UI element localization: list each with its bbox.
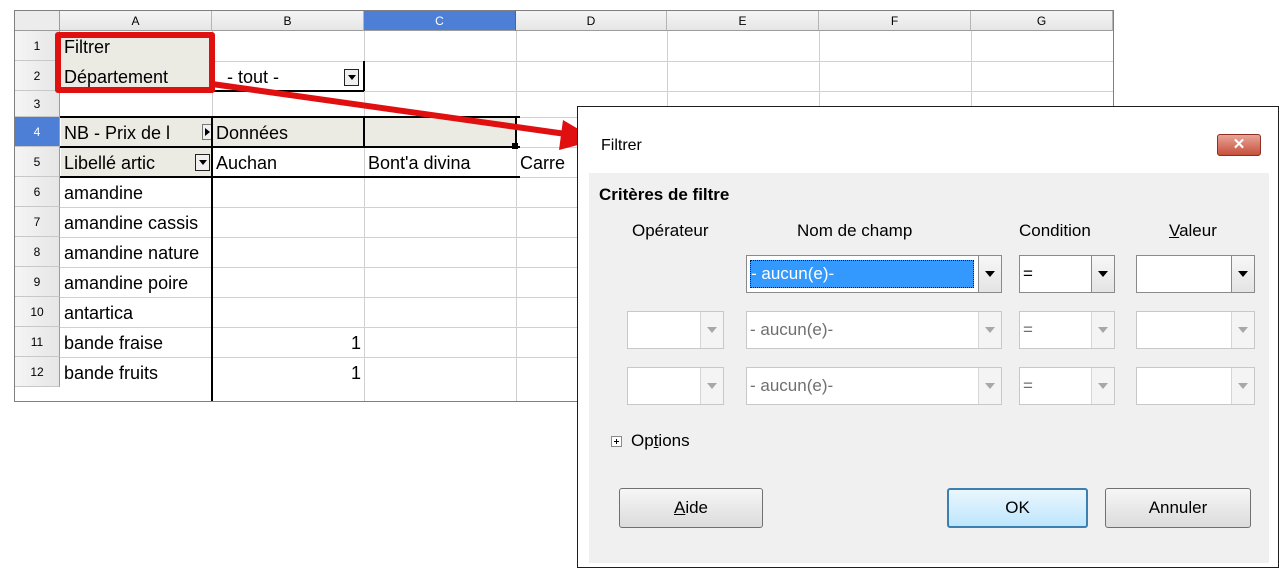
column-label-operator: Opérateur [632,221,709,240]
operator-combo-2[interactable] [627,311,724,349]
value-combo-1[interactable] [1136,255,1255,293]
cancel-button[interactable]: Annuler [1105,488,1251,528]
filter-dialog: Filtrer ✕ Critères de filtre Opérateur N… [577,106,1279,568]
condition-value-1: = [1023,264,1033,283]
close-button[interactable]: ✕ [1217,134,1261,156]
expand-plus-icon[interactable] [611,436,622,447]
chevron-down-icon [1231,312,1254,348]
field-name-value-2: - aucun(e)- [750,320,834,339]
chevron-down-icon [978,312,1001,348]
chevron-down-icon [1091,368,1114,404]
section-title: Critères de filtre [599,185,730,204]
chevron-down-icon [700,312,723,348]
field-name-combo-1[interactable]: - aucun(e)- [746,255,1002,293]
condition-value-3: = [1023,376,1033,395]
chevron-down-icon [1231,368,1254,404]
dialog-titlebar[interactable]: Filtrer ✕ [578,107,1278,173]
chevron-down-icon [978,368,1001,404]
chevron-down-icon[interactable] [1091,256,1114,292]
column-label-condition: Condition [1019,221,1091,240]
condition-combo-2[interactable]: = [1019,311,1115,349]
close-icon: ✕ [1232,136,1246,153]
help-button[interactable]: Aide [619,488,763,528]
options-toggle[interactable]: Options [631,431,690,451]
field-name-value-1: - aucun(e)- [751,264,835,283]
condition-combo-3[interactable]: = [1019,367,1115,405]
value-combo-2[interactable] [1136,311,1255,349]
dialog-body: Critères de filtre Opérateur Nom de cham… [589,173,1269,563]
dialog-title: Filtrer [601,137,642,154]
condition-combo-1[interactable]: = [1019,255,1115,293]
chevron-down-icon [700,368,723,404]
value-combo-3[interactable] [1136,367,1255,405]
chevron-down-icon [1091,312,1114,348]
field-name-combo-2[interactable]: - aucun(e)- [746,311,1002,349]
chevron-down-icon[interactable] [1231,256,1254,292]
column-label-field-name: Nom de champ [797,221,913,240]
annotation-arrow-shaft [211,81,567,137]
operator-combo-3[interactable] [627,367,724,405]
chevron-down-icon[interactable] [978,256,1001,292]
ok-button[interactable]: OK [947,488,1088,528]
field-name-combo-3[interactable]: - aucun(e)- [746,367,1002,405]
condition-value-2: = [1023,320,1033,339]
column-label-value: Valeur [1169,221,1217,240]
field-name-value-3: - aucun(e)- [750,376,834,395]
